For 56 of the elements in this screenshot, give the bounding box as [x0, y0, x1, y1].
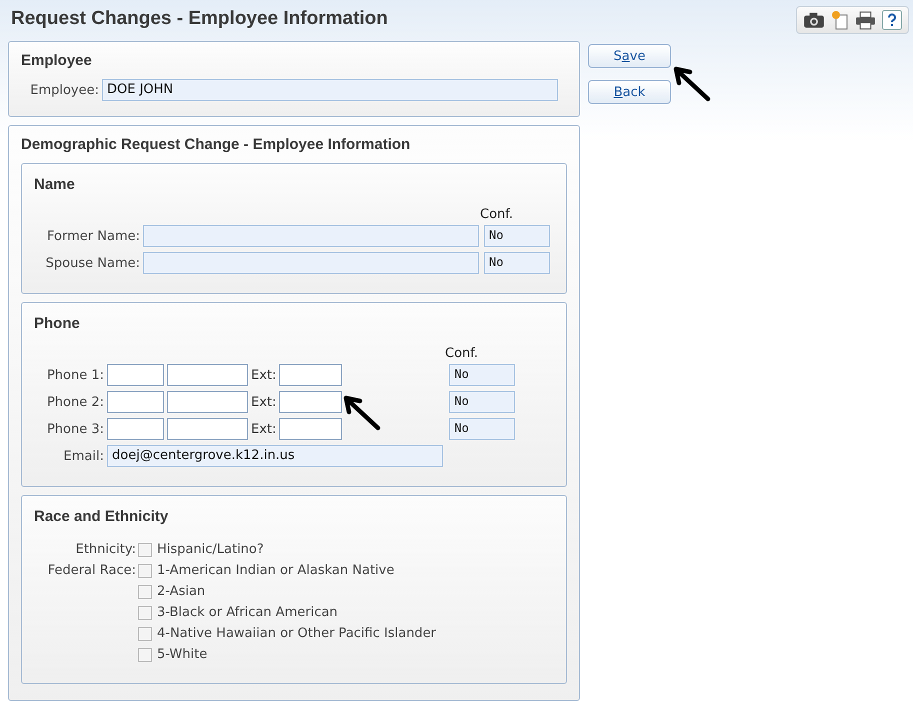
checkbox[interactable]	[138, 626, 152, 640]
checkbox-label: 1-American Indian or Alaskan Native	[157, 563, 394, 578]
section-title: Race and Ethnicity	[34, 508, 170, 525]
conf-field[interactable]: No	[484, 225, 550, 247]
field-label: Phone 3:	[46, 422, 104, 436]
area-code-field[interactable]	[107, 364, 164, 386]
name-field[interactable]	[143, 225, 479, 247]
checkbox[interactable]	[138, 542, 152, 556]
camera-icon[interactable]	[803, 11, 825, 29]
print-icon[interactable]	[855, 10, 876, 30]
back-button[interactable]: Back	[588, 80, 671, 104]
checkbox-label: 5-White	[157, 647, 208, 662]
area-code-field[interactable]	[107, 418, 164, 440]
extension-field[interactable]	[279, 391, 342, 413]
email-field[interactable]: doej@centergrove.k12.in.us	[107, 445, 443, 467]
conf-field[interactable]: No	[449, 391, 516, 413]
checkbox[interactable]	[138, 564, 152, 578]
checkbox[interactable]	[138, 584, 152, 598]
phone-number-field[interactable]	[167, 364, 248, 386]
section-title: Name	[34, 176, 76, 193]
ethnicity-label: Ethnicity:	[74, 542, 136, 557]
panel-title: Employee	[21, 52, 93, 69]
page-title: Request Changes - Employee Information	[11, 7, 388, 30]
help-icon[interactable]	[882, 10, 902, 30]
checkbox[interactable]	[138, 606, 152, 620]
ext-label: Ext:	[251, 368, 276, 382]
checkbox-label: Hispanic/Latino?	[157, 542, 264, 557]
extension-field[interactable]	[279, 364, 342, 386]
checkbox-label: 2-Asian	[157, 584, 206, 599]
employee-label: Employee:	[29, 82, 99, 98]
field-label: Spouse Name:	[44, 256, 140, 270]
field-label: Phone 2:	[46, 394, 104, 410]
employee-field[interactable]: DOE JOHN	[102, 79, 558, 101]
ext-label: Ext:	[251, 394, 276, 410]
phone-number-field[interactable]	[167, 391, 248, 413]
area-code-field[interactable]	[107, 391, 164, 413]
conf-field[interactable]: No	[449, 364, 516, 386]
extension-field[interactable]	[279, 418, 342, 440]
panel-title: Demographic Request Change - Employee Information	[21, 136, 412, 153]
checkbox[interactable]	[138, 648, 152, 662]
checkbox-label: 4-Native Hawaiian or Other Pacific Islander	[157, 626, 436, 641]
new-document-icon[interactable]	[831, 10, 849, 30]
phone-number-field[interactable]	[167, 418, 248, 440]
email-label: Email:	[62, 448, 104, 464]
conf-field[interactable]: No	[484, 252, 550, 274]
field-label: Former Name:	[46, 228, 140, 244]
section-title: Phone	[34, 315, 81, 332]
conf-field[interactable]: No	[449, 418, 516, 440]
conf-header: Conf.	[480, 207, 514, 222]
conf-header: Conf.	[445, 346, 478, 361]
field-label: Phone 1:	[46, 368, 104, 382]
save-button[interactable]: Save	[588, 44, 671, 68]
checkbox-label: 3-Black or African American	[157, 605, 338, 620]
federal-race-label: Federal Race:	[48, 563, 136, 578]
name-field[interactable]	[143, 252, 479, 274]
ext-label: Ext:	[251, 422, 276, 436]
